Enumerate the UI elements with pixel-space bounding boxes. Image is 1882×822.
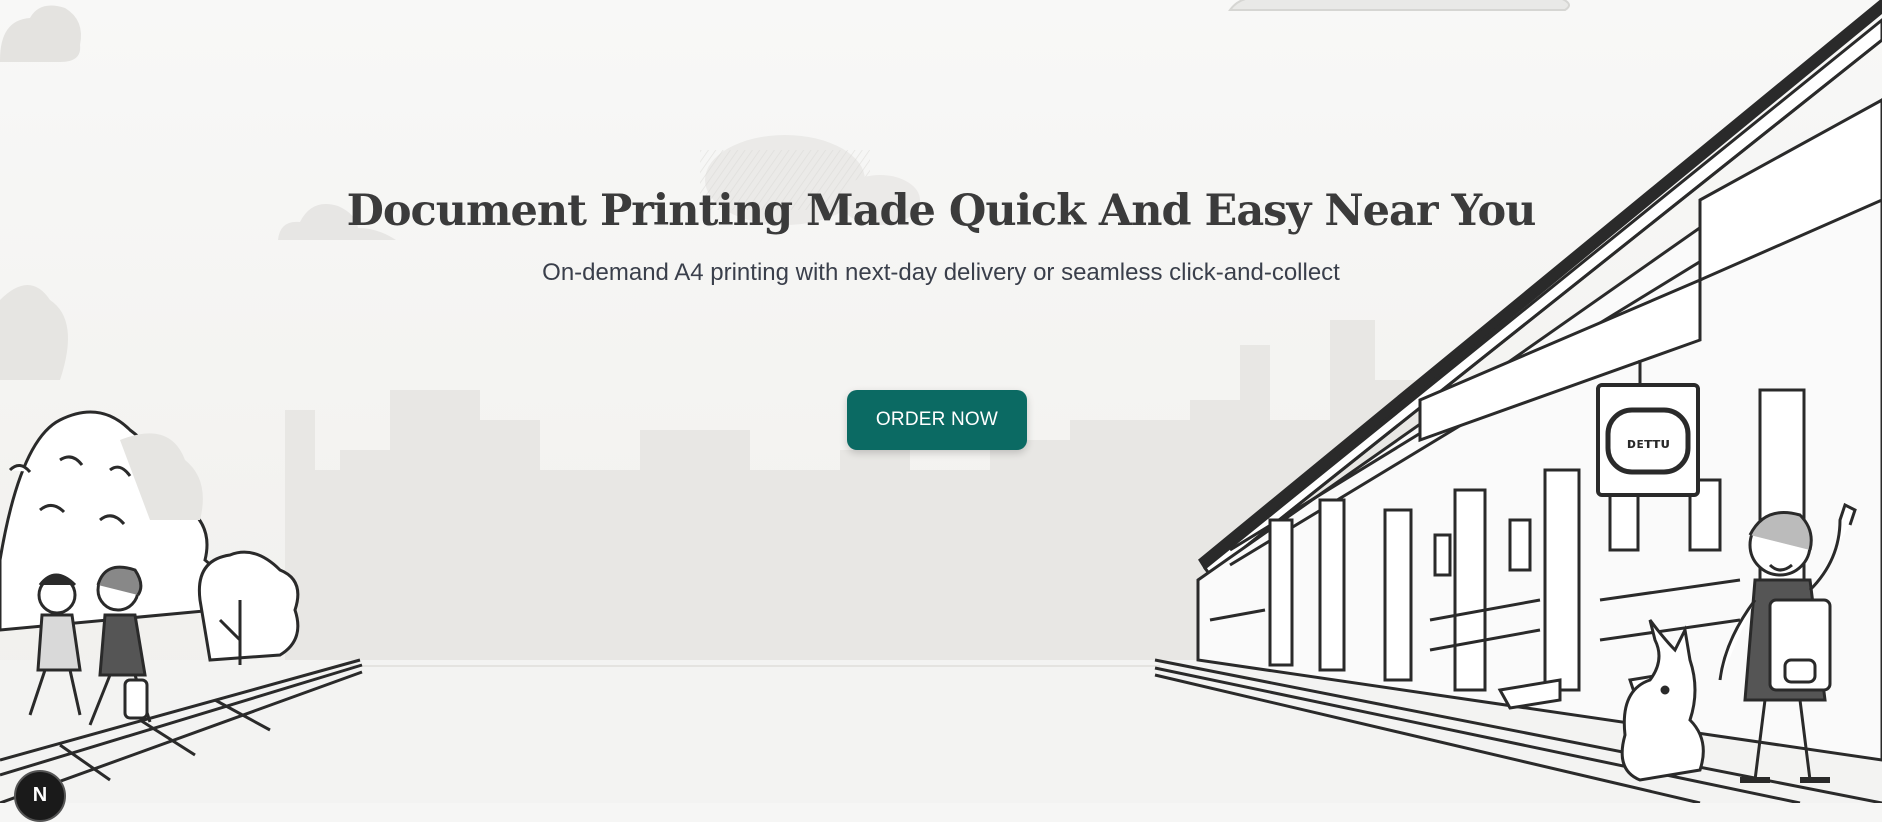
shop-sign-text: ᴅᴇᴛᴛᴜ: [1627, 436, 1670, 452]
order-now-button[interactable]: ORDER NOW: [847, 390, 1027, 450]
hero-subtitle: On-demand A4 printing with next-day deli…: [542, 259, 1340, 286]
dev-tools-badge[interactable]: N: [14, 770, 66, 822]
cloud-top-center: [1228, 0, 1570, 11]
hero-title: Document Printing Made Quick And Easy Ne…: [346, 186, 1537, 236]
